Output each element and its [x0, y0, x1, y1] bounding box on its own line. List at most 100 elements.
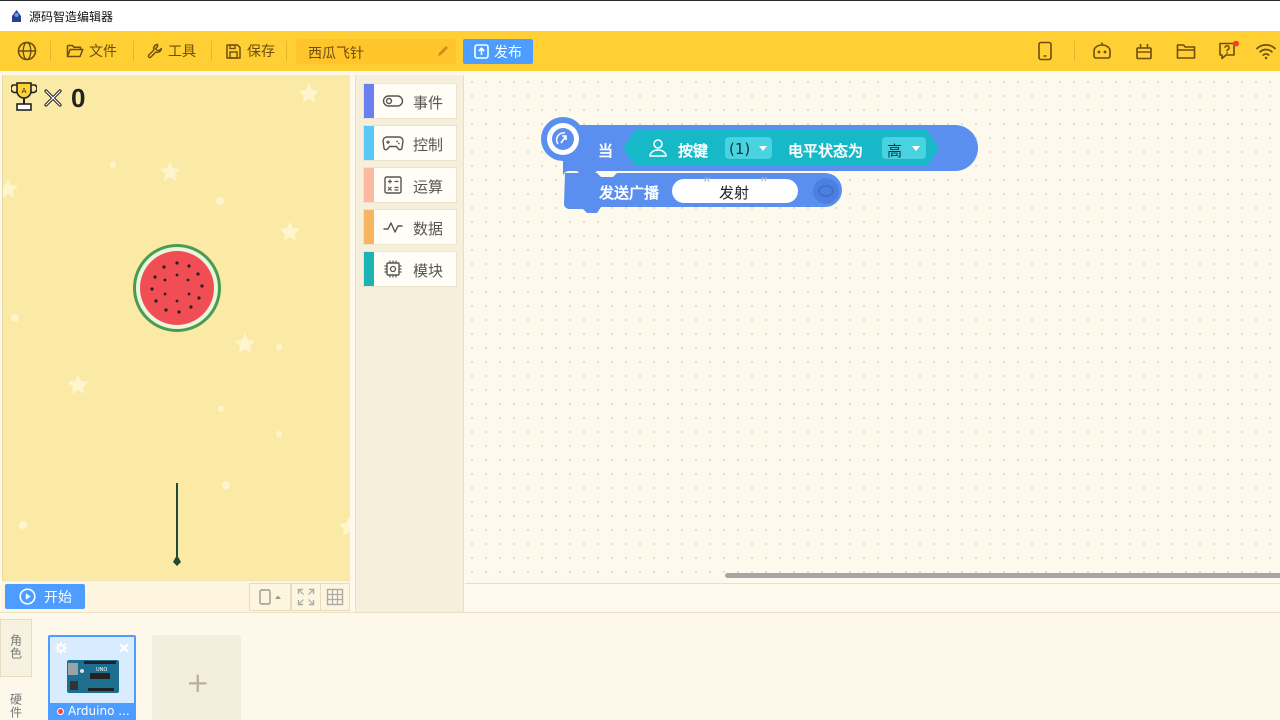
file-menu-label: 文件: [89, 44, 117, 60]
category-control[interactable]: 控制: [363, 125, 457, 161]
category-label: 事件: [413, 94, 444, 112]
wifi-button[interactable]: [1255, 31, 1277, 71]
plus-icon: +: [186, 666, 210, 699]
calculator-icon: [384, 176, 402, 194]
tools-menu-label: 工具: [168, 44, 196, 60]
robot-icon: [1093, 42, 1111, 59]
save-icon: [226, 43, 241, 59]
tab-hardware-label: 硬件: [8, 693, 23, 719]
workspace-horizontal-scrollbar[interactable]: [725, 573, 1280, 578]
gift-button[interactable]: [1135, 31, 1153, 71]
broadcast-message-field[interactable]: 发射: [719, 182, 749, 203]
play-icon: [19, 588, 36, 605]
language-button[interactable]: [16, 31, 38, 71]
publish-button-label: 发布: [494, 44, 522, 61]
block-category-palette: 事件 控制 运算 数据 模块: [355, 75, 464, 612]
folder-open-icon: [66, 44, 84, 58]
svg-text:UNO: UNO: [96, 667, 107, 673]
toolbar-divider: [286, 41, 287, 61]
category-color-bar: [364, 252, 374, 286]
tab-roles[interactable]: 角色: [0, 619, 32, 677]
projects-button[interactable]: [1176, 31, 1196, 71]
fullscreen-button[interactable]: [291, 583, 321, 611]
start-button-label: 开始: [44, 589, 72, 606]
save-button-label: 保存: [247, 44, 275, 60]
file-menu[interactable]: 文件: [66, 31, 117, 71]
toolbar-divider: [50, 41, 51, 61]
publish-button[interactable]: 发布: [463, 39, 533, 64]
chip-icon: [384, 260, 402, 278]
category-label: 数据: [413, 220, 444, 238]
tools-menu[interactable]: 工具: [147, 31, 196, 71]
category-color-bar: [364, 168, 374, 202]
phone-icon: [1038, 41, 1052, 61]
robot-button[interactable]: [1091, 31, 1113, 71]
upload-icon: [474, 44, 489, 59]
tab-hardware[interactable]: 硬件: [0, 681, 32, 720]
multiply-icon: [44, 89, 62, 107]
category-color-bar: [364, 84, 374, 118]
button-dropdown[interactable]: (1): [729, 140, 750, 158]
globe-icon: [17, 41, 37, 61]
category-modules[interactable]: 模块: [363, 251, 457, 287]
toggle-icon: [382, 95, 404, 107]
category-label: 模块: [413, 262, 444, 280]
window-title: 源码智造编辑器: [29, 10, 114, 24]
toolbar-divider: [133, 41, 134, 61]
grid-toggle-button[interactable]: [320, 583, 350, 611]
toolbar: 文件 工具 保存: [0, 31, 1280, 71]
add-sprite-button[interactable]: +: [152, 635, 241, 720]
game-stage[interactable]: A 0: [2, 75, 350, 580]
category-operators[interactable]: 运算: [363, 167, 457, 203]
toolbar-divider: [211, 41, 212, 61]
arduino-board-icon: UNO: [67, 660, 119, 693]
settings-icon[interactable]: [54, 641, 68, 655]
help-button[interactable]: [1217, 31, 1239, 71]
category-events[interactable]: 事件: [363, 83, 457, 119]
chart-line-icon: [383, 222, 403, 233]
category-label: 运算: [413, 178, 444, 196]
level-dropdown[interactable]: 高: [887, 140, 902, 161]
svg-text:”: ”: [760, 174, 768, 193]
stage-size-button[interactable]: [249, 583, 291, 611]
help-icon: [1219, 41, 1239, 60]
start-button[interactable]: 开始: [5, 584, 85, 609]
svg-text:“: “: [703, 174, 711, 193]
app-logo-icon: [12, 10, 21, 22]
grid-icon: [326, 588, 344, 606]
tablet-icon: [259, 589, 281, 605]
category-color-bar: [364, 210, 374, 244]
pencil-icon[interactable]: [436, 44, 450, 58]
category-color-bar: [364, 126, 374, 160]
sprite-card[interactable]: UNO Arduino ...: [48, 635, 136, 720]
when-label: 当: [598, 142, 614, 160]
trophy-icon: A: [11, 82, 37, 111]
star-background: [3, 83, 350, 566]
title-bar: 源码智造编辑器: [0, 0, 1280, 31]
workspace-footer: [465, 583, 1280, 612]
project-name-text: 西瓜飞针: [308, 46, 364, 62]
project-name-field[interactable]: 西瓜飞针: [296, 39, 456, 64]
svg-text:A: A: [22, 87, 27, 95]
save-button[interactable]: 保存: [225, 31, 275, 71]
stage-controls: 开始: [2, 580, 350, 612]
folder-icon: [1176, 44, 1196, 59]
code-workspace[interactable]: “ ” 当 按键 (1) 电平状态为 高 发送广播 发射: [465, 75, 1280, 583]
button-label: 按键: [678, 142, 709, 160]
score-value: 0: [71, 83, 86, 113]
wifi-icon: [1256, 44, 1276, 60]
toolbar-divider: [1074, 41, 1075, 61]
wrench-icon: [147, 43, 163, 59]
broadcast-label: 发送广播: [599, 184, 660, 202]
connection-status-dot: [57, 708, 64, 715]
level-label: 电平状态为: [788, 142, 864, 160]
category-label: 控制: [413, 136, 444, 154]
device-preview-button[interactable]: [1037, 31, 1053, 71]
gamepad-icon: [382, 136, 404, 151]
fullscreen-icon: [297, 588, 315, 606]
close-icon[interactable]: [118, 642, 130, 654]
tab-roles-label: 角色: [8, 634, 23, 660]
gift-icon: [1136, 44, 1152, 60]
sprite-panel: 角色 硬件 UNO Arduino ... +: [0, 612, 1280, 720]
category-data[interactable]: 数据: [363, 209, 457, 245]
